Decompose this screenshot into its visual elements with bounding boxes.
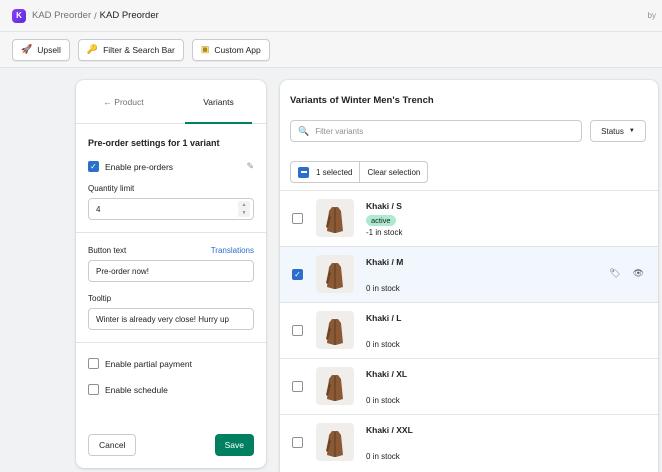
status-filter-button[interactable]: Status ▼ [590, 120, 646, 142]
variant-name: Khaki / XXL [366, 425, 413, 435]
stepper-up-icon[interactable]: ▲ [238, 201, 250, 209]
button-text-value: Pre-order now! [96, 266, 149, 276]
indeterminate-checkbox-icon[interactable] [298, 166, 309, 178]
partial-payment-label: Enable partial payment [105, 358, 192, 369]
schedule-checkbox[interactable] [88, 384, 99, 395]
panel-tabs: ← Product Variants [76, 80, 266, 124]
button-text-label: Button text [88, 246, 127, 255]
tab-product[interactable]: ← Product [76, 80, 171, 123]
status-filter-label: Status [601, 126, 624, 136]
variant-row[interactable]: Khaki / XXL 0 in stock [280, 414, 658, 470]
translations-link[interactable]: Translations [211, 246, 254, 255]
pencil-icon[interactable]: ✎ [246, 161, 254, 172]
tooltip-value: Winter is already very close! Hurry up [96, 314, 229, 324]
clear-selection-label: Clear selection [367, 167, 421, 177]
filter-variants-input[interactable]: 🔍 Filter variants [290, 120, 582, 142]
partial-payment-checkbox[interactable] [88, 358, 99, 369]
breadcrumb-current: KAD Preorder [99, 10, 159, 21]
variant-name: Khaki / L [366, 313, 402, 323]
variant-stock: 0 in stock [366, 452, 400, 461]
custom-app-button[interactable]: ▣ Custom App [191, 38, 270, 61]
selected-count-label: 1 selected [316, 167, 353, 177]
status-badge: active [366, 215, 396, 226]
search-icon: 🔍 [298, 125, 310, 136]
schedule-label: Enable schedule [105, 384, 168, 395]
trench-coat-thumbnail [316, 367, 354, 405]
partial-payment-row[interactable]: Enable partial payment [76, 358, 266, 369]
app-logo-icon: K [12, 8, 26, 23]
variant-checkbox[interactable]: ✓ [292, 269, 303, 280]
quantity-limit-label: Quantity limit [88, 184, 135, 193]
tag-icon[interactable]: 🏷 [609, 268, 620, 279]
variant-list: Khaki / S active -1 in stock ✓ Khaki / M… [280, 190, 658, 470]
breadcrumb-separator: / [94, 10, 97, 21]
variant-row[interactable]: Khaki / XL 0 in stock [280, 358, 658, 414]
upsell-button[interactable]: 🚀 Upsell [12, 38, 70, 61]
filter-search-bar-button[interactable]: 🔑 Filter & Search Bar [77, 38, 184, 61]
button-text-input[interactable]: Pre-order now! [88, 260, 254, 282]
filter-search-bar-label: Filter & Search Bar [103, 44, 175, 55]
save-button[interactable]: Save [214, 434, 254, 456]
enable-preorders-label: Enable pre-orders [105, 161, 174, 172]
variant-checkbox[interactable] [292, 213, 303, 224]
variant-stock: 0 in stock [366, 340, 400, 349]
section-divider [76, 342, 266, 343]
button-text-label-row: Button text Translations [76, 246, 266, 255]
top-bar: K KAD Preorder / KAD Preorder by [0, 0, 662, 32]
variant-name: Khaki / S [366, 201, 402, 211]
tab-variants[interactable]: Variants [171, 80, 266, 124]
trench-coat-thumbnail [316, 199, 354, 237]
by-label: by [647, 11, 656, 20]
variant-checkbox[interactable] [292, 381, 303, 392]
schedule-row[interactable]: Enable schedule [76, 384, 266, 395]
cancel-button[interactable]: Cancel [88, 434, 137, 456]
filter-variants-placeholder: Filter variants [315, 126, 364, 136]
eye-icon[interactable]: 👁 [633, 268, 644, 279]
caret-down-icon: ▼ [628, 128, 635, 134]
stepper-down-icon[interactable]: ▼ [238, 209, 250, 217]
filter-row: 🔍 Filter variants Status ▼ [290, 120, 646, 142]
upsell-label: Upsell [37, 44, 61, 55]
custom-app-label: Custom App [214, 44, 261, 55]
tooltip-label: Tooltip [88, 294, 112, 303]
bulk-actions: 1 selected Clear selection [290, 161, 429, 183]
quantity-limit-input[interactable]: 4 ▲ ▼ [88, 198, 254, 220]
variants-panel: Variants of Winter Men's Trench 🔍 Filter… [280, 80, 658, 472]
rocket-icon: 🚀 [21, 44, 33, 54]
toolbar: 🚀 Upsell 🔑 Filter & Search Bar ▣ Custom … [0, 32, 662, 68]
panel-footer: Cancel Save [88, 434, 254, 456]
trench-coat-thumbnail [316, 423, 354, 461]
variants-title: Variants of Winter Men's Trench [290, 95, 434, 106]
key-icon: 🔑 [86, 44, 99, 54]
tooltip-input[interactable]: Winter is already very close! Hurry up [88, 308, 254, 330]
variant-row[interactable]: Khaki / S active -1 in stock [280, 190, 658, 246]
quantity-limit-value: 4 [96, 204, 101, 214]
enable-preorders-row[interactable]: ✓ Enable pre-orders ✎ [76, 161, 266, 172]
variant-stock: -1 in stock [366, 228, 403, 237]
variant-row[interactable]: ✓ Khaki / M 0 in stock 🏷 👁 [280, 246, 658, 302]
quantity-stepper: ▲ ▼ [238, 201, 250, 217]
settings-title: Pre-order settings for 1 variant [88, 138, 220, 148]
variant-stock: 0 in stock [366, 284, 400, 293]
variant-checkbox[interactable] [292, 437, 303, 448]
variant-stock: 0 in stock [366, 396, 400, 405]
trench-coat-thumbnail [316, 311, 354, 349]
trench-coat-thumbnail [316, 255, 354, 293]
film-icon: ▣ [200, 44, 210, 54]
row-actions: 🏷 👁 [609, 268, 644, 279]
section-divider [76, 232, 266, 233]
breadcrumb-app[interactable]: KAD Preorder [32, 10, 91, 21]
variant-checkbox[interactable] [292, 325, 303, 336]
clear-selection-button[interactable]: Clear selection [359, 162, 427, 182]
variant-row[interactable]: Khaki / L 0 in stock [280, 302, 658, 358]
variant-name: Khaki / XL [366, 369, 408, 379]
preorder-settings-panel: ← Product Variants Pre-order settings fo… [76, 80, 266, 468]
variant-name: Khaki / M [366, 257, 404, 267]
enable-preorders-checkbox[interactable]: ✓ [88, 161, 99, 172]
selected-count-toggle[interactable]: 1 selected [291, 162, 359, 182]
